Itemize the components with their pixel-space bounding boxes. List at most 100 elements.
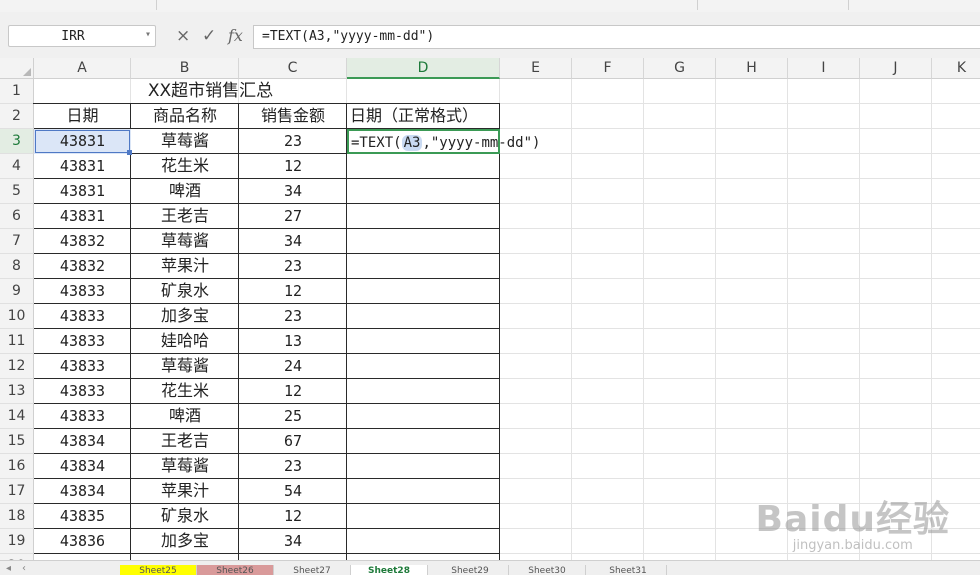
grid-cell[interactable] bbox=[500, 279, 572, 304]
grid-cell[interactable] bbox=[500, 429, 572, 454]
select-all-corner[interactable] bbox=[0, 58, 34, 79]
grid-cell[interactable] bbox=[932, 429, 980, 454]
fill-handle[interactable] bbox=[127, 150, 132, 155]
grid-cell[interactable] bbox=[500, 379, 572, 404]
tab-scroll-prev-icon[interactable]: ‹ bbox=[22, 563, 26, 574]
row-header[interactable]: 18 bbox=[0, 504, 34, 529]
grid-cell[interactable] bbox=[500, 79, 572, 104]
grid-cell[interactable] bbox=[860, 179, 932, 204]
row-header[interactable]: 11 bbox=[0, 329, 34, 354]
grid-cell[interactable] bbox=[347, 354, 500, 379]
column-title-cell[interactable]: 商品名称 bbox=[131, 104, 239, 129]
data-cell[interactable]: 34 bbox=[239, 529, 347, 554]
grid-cell[interactable] bbox=[860, 304, 932, 329]
insert-function-icon[interactable]: fx bbox=[228, 26, 243, 45]
grid-cell[interactable] bbox=[500, 179, 572, 204]
grid-cell[interactable] bbox=[932, 204, 980, 229]
grid-cell[interactable] bbox=[347, 504, 500, 529]
grid-cell[interactable] bbox=[788, 129, 860, 154]
grid-cell[interactable] bbox=[860, 229, 932, 254]
data-cell[interactable]: 25 bbox=[239, 404, 347, 429]
grid-cell[interactable] bbox=[716, 429, 788, 454]
data-cell[interactable]: 花生米 bbox=[131, 379, 239, 404]
data-cell[interactable]: 王老吉 bbox=[131, 429, 239, 454]
grid-cell[interactable] bbox=[716, 404, 788, 429]
grid-cell[interactable] bbox=[572, 429, 644, 454]
column-header[interactable]: D bbox=[347, 58, 500, 79]
data-cell[interactable]: 花生米 bbox=[131, 154, 239, 179]
data-cell[interactable]: 34 bbox=[239, 229, 347, 254]
editing-cell[interactable]: =TEXT(A3 ,"yyyy-mm-dd") bbox=[347, 129, 540, 154]
data-cell[interactable]: 43836 bbox=[34, 529, 131, 554]
grid-cell[interactable] bbox=[716, 204, 788, 229]
row-header[interactable]: 8 bbox=[0, 254, 34, 279]
grid-cell[interactable] bbox=[716, 129, 788, 154]
data-cell[interactable]: 27 bbox=[239, 204, 347, 229]
grid-cell[interactable] bbox=[644, 304, 716, 329]
grid-cell[interactable] bbox=[500, 304, 572, 329]
column-header[interactable]: G bbox=[644, 58, 716, 79]
grid-cell[interactable] bbox=[500, 529, 572, 554]
grid-cell[interactable] bbox=[788, 354, 860, 379]
grid-cell[interactable] bbox=[788, 254, 860, 279]
row-header[interactable]: 3 bbox=[0, 129, 34, 154]
column-header[interactable]: E bbox=[500, 58, 572, 79]
grid-cell[interactable] bbox=[572, 104, 644, 129]
grid-cell[interactable] bbox=[572, 404, 644, 429]
grid-cell[interactable] bbox=[572, 154, 644, 179]
grid-cell[interactable] bbox=[788, 179, 860, 204]
row-header[interactable]: 7 bbox=[0, 229, 34, 254]
data-cell[interactable]: 12 bbox=[239, 279, 347, 304]
grid-cell[interactable] bbox=[788, 204, 860, 229]
grid-cell[interactable] bbox=[572, 454, 644, 479]
column-header[interactable]: H bbox=[716, 58, 788, 79]
grid-cell[interactable] bbox=[788, 154, 860, 179]
grid-cell[interactable] bbox=[572, 179, 644, 204]
grid-cell[interactable] bbox=[860, 104, 932, 129]
grid-cell[interactable] bbox=[932, 379, 980, 404]
grid-cell[interactable] bbox=[572, 279, 644, 304]
grid-cell[interactable] bbox=[644, 179, 716, 204]
grid-cell[interactable] bbox=[716, 79, 788, 104]
grid-cell[interactable] bbox=[716, 379, 788, 404]
data-cell[interactable]: 草莓酱 bbox=[131, 129, 239, 154]
formula-input[interactable]: =TEXT(A3,"yyyy-mm-dd") bbox=[253, 25, 980, 49]
grid-cell[interactable] bbox=[572, 254, 644, 279]
grid-cell[interactable] bbox=[932, 304, 980, 329]
grid-cell[interactable] bbox=[716, 329, 788, 354]
grid-cell[interactable] bbox=[572, 329, 644, 354]
grid-cell[interactable] bbox=[716, 104, 788, 129]
grid-cell[interactable] bbox=[500, 204, 572, 229]
grid-cell[interactable] bbox=[644, 479, 716, 504]
grid-cell[interactable] bbox=[644, 454, 716, 479]
grid-cell[interactable] bbox=[932, 254, 980, 279]
cancel-icon[interactable]: × bbox=[176, 26, 190, 46]
data-cell[interactable]: 67 bbox=[239, 429, 347, 454]
grid-cell[interactable] bbox=[500, 329, 572, 354]
grid-cell[interactable] bbox=[644, 229, 716, 254]
grid-cell[interactable] bbox=[788, 329, 860, 354]
grid-cell[interactable] bbox=[500, 404, 572, 429]
data-cell[interactable]: 12 bbox=[239, 154, 347, 179]
grid-cell[interactable] bbox=[644, 79, 716, 104]
grid-cell[interactable] bbox=[572, 79, 644, 104]
grid-cell[interactable] bbox=[644, 129, 716, 154]
grid-cell[interactable] bbox=[572, 229, 644, 254]
column-header[interactable]: B bbox=[131, 58, 239, 79]
grid-cell[interactable] bbox=[860, 254, 932, 279]
grid-cell[interactable] bbox=[347, 454, 500, 479]
name-box[interactable]: IRR ▾ bbox=[8, 25, 156, 47]
grid-cell[interactable] bbox=[788, 304, 860, 329]
row-header[interactable]: 13 bbox=[0, 379, 34, 404]
data-cell[interactable]: 啤酒 bbox=[131, 404, 239, 429]
grid-cell[interactable] bbox=[716, 279, 788, 304]
row-header[interactable]: 10 bbox=[0, 304, 34, 329]
grid-cell[interactable] bbox=[500, 104, 572, 129]
grid-cell[interactable] bbox=[932, 279, 980, 304]
grid-cell[interactable] bbox=[788, 379, 860, 404]
grid-cell[interactable] bbox=[860, 279, 932, 304]
row-header[interactable]: 1 bbox=[0, 79, 34, 104]
data-cell[interactable]: 23 bbox=[239, 304, 347, 329]
grid-cell[interactable] bbox=[572, 354, 644, 379]
grid-cell[interactable] bbox=[716, 229, 788, 254]
